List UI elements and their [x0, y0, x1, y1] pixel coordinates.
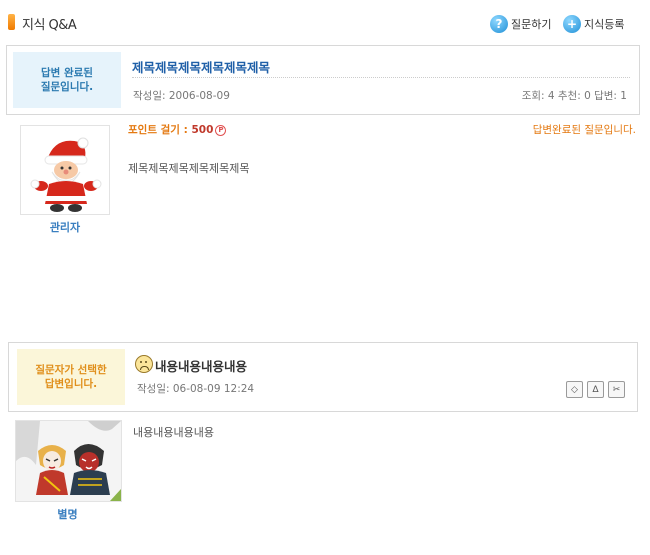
answer-tools: ◇ ∆ ✂ [566, 381, 625, 398]
answer-body: 내용내용내용내용 [133, 426, 214, 439]
points-bet: 포인트 걸기 : 500 P [128, 122, 227, 137]
question-author-name[interactable]: 관리자 [20, 219, 110, 235]
question-title[interactable]: 제목제목제목제목제목제목 [132, 57, 270, 76]
question-icon: ? [490, 15, 508, 33]
register-knowledge-button[interactable]: + 지식등록 [563, 14, 624, 34]
delete-icon[interactable]: ✂ [608, 381, 625, 398]
ask-question-button[interactable]: ? 질문하기 [490, 14, 551, 34]
points-label: 포인트 걸기 : [128, 124, 192, 136]
answer-status-badge: 질문자가 선택한 답변입니다. [17, 349, 125, 405]
dotted-divider [132, 77, 630, 78]
question-status-line2: 질문입니다. [40, 81, 94, 93]
points-value: 500 [191, 124, 214, 136]
comment-icon[interactable]: ◇ [566, 381, 583, 398]
ask-question-label: 질문하기 [511, 18, 552, 31]
question-stats: 조회: 4 추천: 0 답변: 1 [521, 90, 627, 102]
answer-author-name[interactable]: 별명 [15, 506, 120, 522]
page-title: 지식 Q&A [22, 18, 77, 33]
santa-avatar-image [30, 137, 102, 212]
question-card: 답변 완료된 질문입니다. 제목제목제목제목제목제목 작성일: 2006-08-… [6, 45, 640, 115]
question-status-badge: 답변 완료된 질문입니다. [13, 52, 121, 108]
opera-masks-avatar-image [16, 421, 121, 501]
admin-avatar [20, 125, 110, 215]
sad-face-icon [135, 355, 153, 373]
plus-icon: + [563, 15, 581, 33]
question-body: 제목제목제목제목제목제목 [128, 162, 250, 175]
answer-author-avatar [15, 420, 122, 502]
page-header: 지식 Q&A ? 질문하기 + 지식등록 [0, 0, 650, 40]
question-status-line1: 답변 완료된 [41, 67, 93, 79]
answered-status-text: 답변완료된 질문입니다. [532, 124, 636, 136]
answer-date: 작성일: 06-08-09 12:24 [137, 383, 255, 395]
answer-title: 내용내용내용내용 [155, 359, 248, 374]
answer-status-line2: 답변입니다. [44, 378, 98, 390]
answer-card: 질문자가 선택한 답변입니다. 내용내용내용내용 작성일: 06-08-09 1… [8, 342, 638, 412]
edit-icon[interactable]: ∆ [587, 381, 604, 398]
answer-status-line1: 질문자가 선택한 [35, 364, 107, 376]
question-date: 작성일: 2006-08-09 [133, 90, 230, 102]
register-knowledge-label: 지식등록 [584, 18, 625, 31]
section-marker-icon [8, 14, 15, 30]
points-p-icon: P [215, 124, 227, 136]
